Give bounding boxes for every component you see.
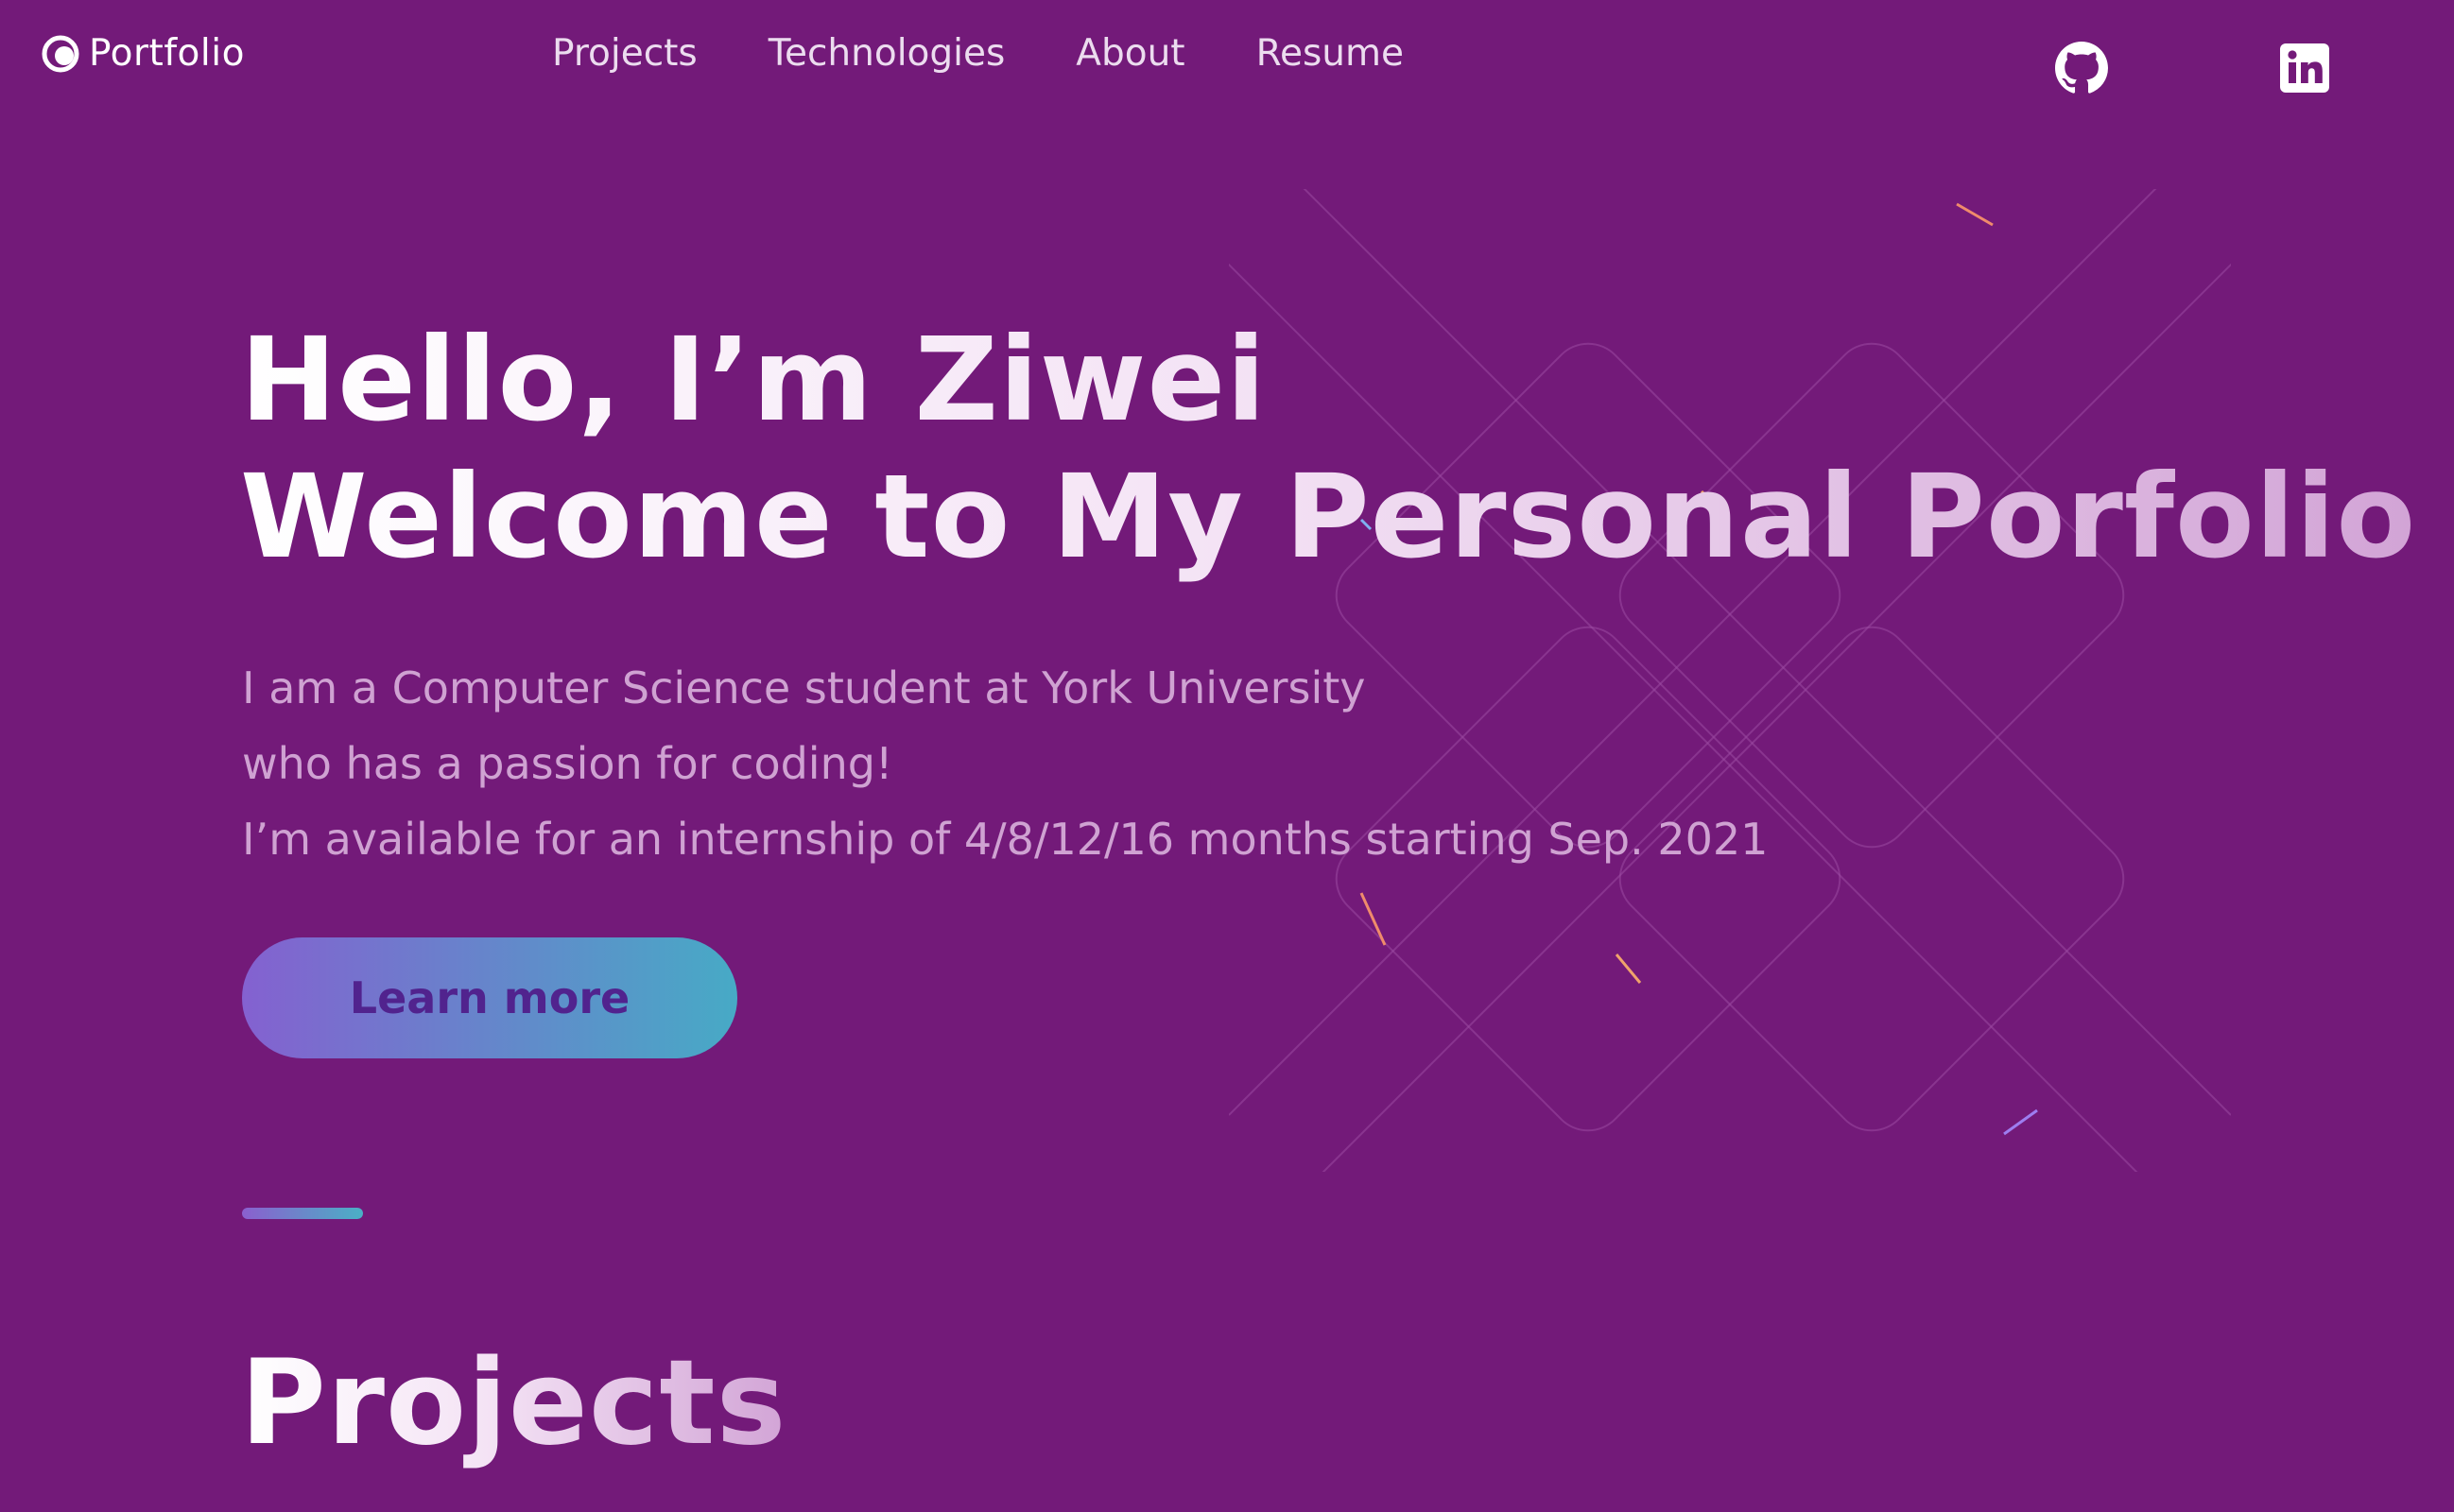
main-nav: Projects Technologies About Resume <box>552 32 1404 75</box>
nav-link-projects[interactable]: Projects <box>552 32 698 75</box>
hero-description: I am a Computer Science student at York … <box>242 650 1768 877</box>
logo-mark-icon <box>42 35 79 72</box>
linkedin-icon <box>2280 43 2329 93</box>
nav-link-resume[interactable]: Resume <box>1256 32 1404 75</box>
projects-heading: Projects <box>240 1332 786 1474</box>
nav-link-about[interactable]: About <box>1076 32 1184 75</box>
hero-description-line: I’m available for an internship of 4/8/1… <box>242 814 1769 865</box>
hero-title-line-welcome: Welcome to My Personal Porfolio <box>240 450 2417 584</box>
site-header: Portfolio Projects Technologies About Re… <box>0 0 2454 113</box>
section-divider <box>242 1208 363 1219</box>
hero-description-line: who has a passion for coding! <box>242 738 893 789</box>
portfolio-page: Portfolio Projects Technologies About Re… <box>0 0 2454 1512</box>
linkedin-link[interactable] <box>2278 42 2331 94</box>
learn-more-button[interactable]: Learn more <box>242 937 737 1058</box>
nav-link-technologies[interactable]: Technologies <box>769 32 1006 75</box>
github-link[interactable] <box>2055 42 2108 94</box>
hero-title: Hello, I’m Ziwei Welcome to My Personal … <box>240 312 2416 586</box>
hero-title-line-greeting: Hello, I’m Ziwei <box>240 312 2416 449</box>
logo-text: Portfolio <box>89 32 245 75</box>
hero-description-line: I am a Computer Science student at York … <box>242 662 1366 713</box>
github-icon <box>2055 42 2108 94</box>
logo-link[interactable]: Portfolio <box>42 32 245 75</box>
